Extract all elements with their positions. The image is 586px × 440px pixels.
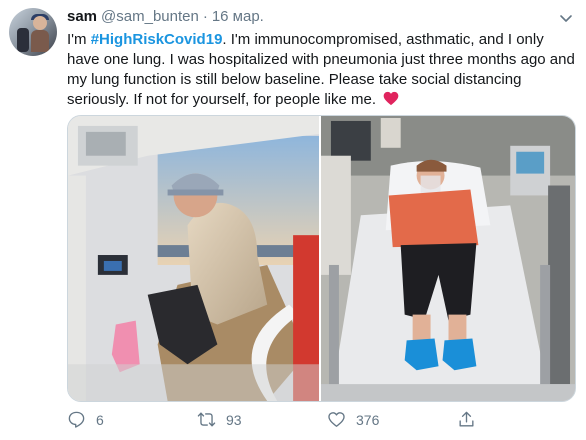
retweet-button[interactable]: 93 [197, 410, 327, 429]
tweet-content: sam @sam_bunten · 16 мар. I'm #HighRiskC… [67, 8, 575, 110]
reply-button[interactable]: 6 [67, 410, 197, 429]
avatar[interactable] [9, 8, 57, 56]
author-name[interactable]: sam [67, 8, 97, 25]
chevron-down-icon[interactable] [558, 10, 574, 26]
tweet-date[interactable]: 16 мар. [212, 8, 264, 25]
tweet-text: I'm #HighRiskCovid19. I'm immunocompromi… [67, 30, 579, 110]
reply-icon [68, 411, 85, 428]
media-gallery[interactable] [67, 115, 576, 402]
like-icon [328, 412, 345, 427]
tweet-text-intro: I'm [67, 31, 91, 48]
hashtag-link[interactable]: #HighRiskCovid19 [91, 31, 223, 48]
like-count: 376 [356, 411, 380, 428]
like-button[interactable]: 376 [327, 410, 457, 429]
tweet-header: sam @sam_bunten · 16 мар. [67, 8, 574, 28]
photo-boat[interactable] [68, 116, 319, 401]
share-button[interactable] [457, 410, 586, 429]
separator-dot: · [202, 8, 208, 25]
retweet-count: 93 [226, 411, 242, 428]
reply-count: 6 [96, 411, 104, 428]
heart-icon [383, 91, 399, 106]
retweet-icon [197, 412, 216, 427]
share-icon [459, 411, 474, 427]
tweet-actions: 6 93 376 [67, 410, 586, 429]
author-handle[interactable]: @sam_bunten [101, 8, 199, 25]
photo-hospital[interactable] [321, 116, 575, 401]
tweet-card[interactable]: sam @sam_bunten · 16 мар. I'm #HighRiskC… [0, 0, 586, 440]
